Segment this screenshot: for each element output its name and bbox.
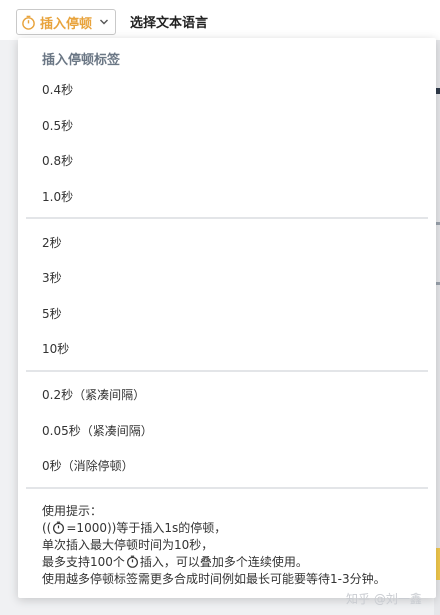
pause-option[interactable]: 5秒 [42,305,62,322]
dropdown-title: 插入停顿标签 [42,53,121,68]
pause-option[interactable]: 2秒 [42,234,62,251]
pause-option[interactable]: 0.4秒 [42,81,73,98]
tips-line: (( =1000))等于插入1s的停顿， [42,520,386,537]
pause-option[interactable]: 1.0秒 [42,188,73,205]
tips-heading: 使用提示： [42,504,103,518]
usage-tips: 使用提示： (( =1000))等于插入1s的停顿， 单次插入最大停顿时间为10秒… [42,503,386,588]
divider [26,217,428,219]
chevron-down-icon [100,19,108,25]
tips-line: 使用越多停顿标签需更多合成时间例如最长可能要等待1-3分钟。 [42,572,386,586]
tips-line: 单次插入最大停顿时间为10秒， [42,538,214,552]
timer-icon [53,521,65,534]
select-language-button[interactable]: 选择文本语言 [130,12,208,31]
divider [26,370,428,372]
pause-option[interactable]: 0.05秒（紧凑间隔） [42,422,153,439]
tips-line: 最多支持100个 插入，可以叠加多个连续使用。 [42,554,386,571]
insert-pause-label: 插入停顿 [40,16,93,32]
tips-text: 插入，可以叠加多个连续使用。 [139,555,308,569]
timer-icon [126,555,138,568]
pause-option[interactable]: 0.8秒 [42,152,73,169]
divider [26,487,428,489]
pause-option[interactable]: 10秒 [42,340,69,357]
pause-option[interactable]: 0.2秒（紧凑间隔） [42,386,145,403]
pause-option[interactable]: 3秒 [42,269,62,286]
insert-pause-button[interactable]: 插入停顿 [16,9,116,35]
timer-icon [22,15,35,30]
tips-text: 最多支持100个 [42,555,125,569]
pause-option[interactable]: 0.5秒 [42,117,73,134]
watermark: 知乎 @刘一鑫 [346,592,422,606]
toolbar: 插入停顿 选择文本语言 [0,0,440,40]
tips-text: (( [42,521,52,535]
pause-option[interactable]: 0秒（消除停顿） [42,457,134,474]
tips-text: =1000))等于插入1s的停顿， [66,521,227,535]
pause-tag-dropdown: 插入停顿标签 0.4秒 0.5秒 0.8秒 1.0秒 2秒 3秒 5秒 10秒 … [18,38,436,598]
